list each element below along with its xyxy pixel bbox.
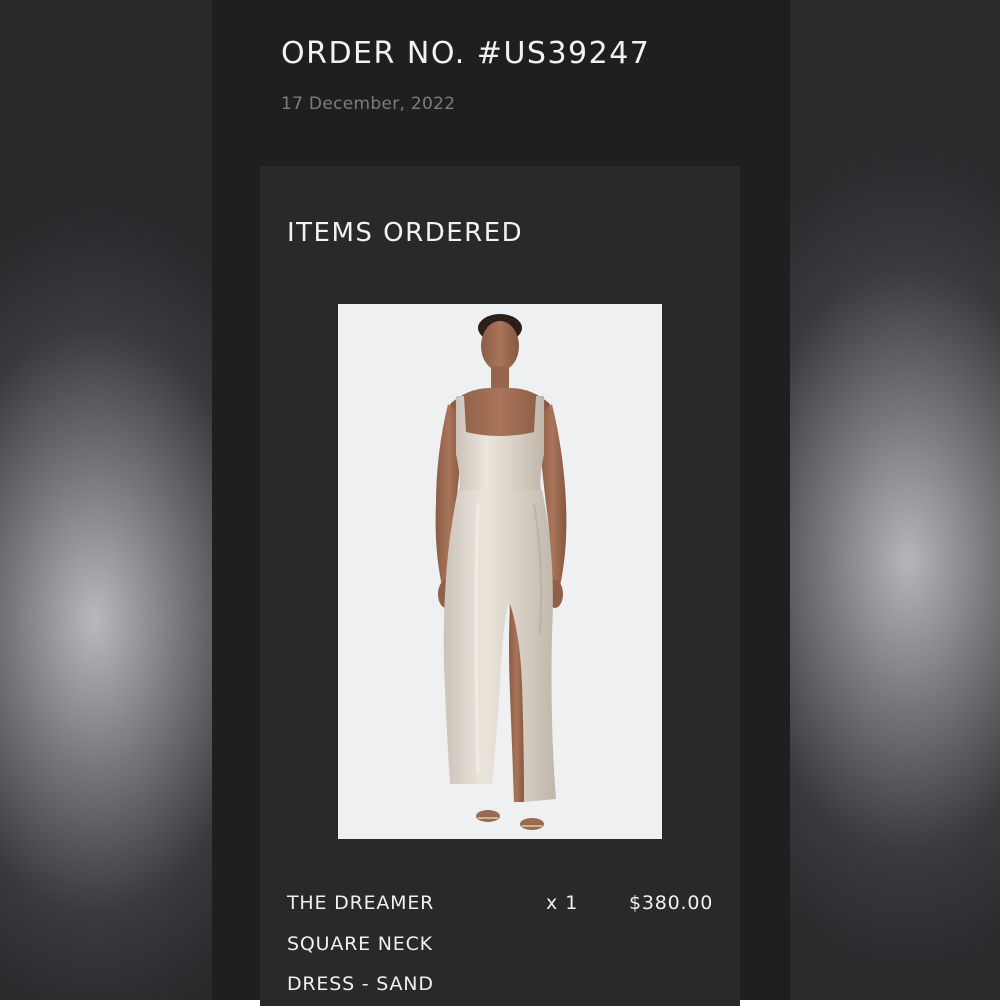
order-date: 17 December, 2022	[281, 94, 456, 114]
item-name-line: DRESS - SAND	[287, 973, 434, 995]
screen-frame: ORDER NO. #US39247 17 December, 2022 ITE…	[0, 0, 1000, 1006]
blurred-backdrop-right	[788, 0, 1000, 1000]
product-image[interactable]	[338, 304, 662, 839]
items-ordered-heading: ITEMS ORDERED	[287, 218, 524, 248]
items-ordered-card: ITEMS ORDERED THE DREAMER SQUARE NECK DR…	[260, 166, 740, 1006]
item-price: $380.00	[629, 892, 714, 914]
order-confirmation-panel: ORDER NO. #US39247 17 December, 2022 ITE…	[212, 0, 790, 1006]
item-name-line: SQUARE NECK	[287, 932, 433, 955]
dress-model-illustration	[338, 304, 662, 839]
item-name-line: THE DREAMER	[287, 892, 435, 914]
item-name[interactable]: THE DREAMER SQUARE NECK DRESS - SAND	[287, 883, 487, 1005]
blurred-backdrop-left	[0, 0, 212, 1000]
order-number-title: ORDER NO. #US39247	[281, 36, 651, 71]
item-quantity: x 1	[546, 892, 579, 914]
